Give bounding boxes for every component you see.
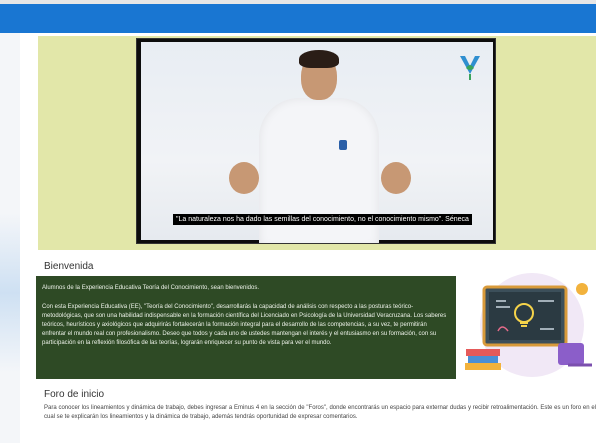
video-caption: "La naturaleza nos ha dado las semillas … [173, 214, 472, 225]
chalkboard-illustration-icon [465, 273, 592, 377]
forum-description: Para conocer los lineamientos y dinámica… [44, 405, 596, 420]
video-player[interactable]: "La naturaleza nos ha dado las semillas … [136, 38, 496, 244]
presenter-hand [229, 162, 259, 194]
video-frame [141, 42, 493, 243]
presenter-hair [299, 50, 339, 68]
shirt-badge-icon [339, 140, 347, 150]
welcome-heading: Bienvenida [44, 261, 94, 272]
welcome-body: Con esta Experiencia Educativa (EE), "Te… [42, 304, 447, 346]
uv-logo-icon [460, 56, 480, 80]
course-content: "La naturaleza nos ha dado las semillas … [36, 33, 596, 443]
welcome-greeting: Alumnos de la Experiencia Educativa Teor… [42, 285, 260, 291]
video-banner: "La naturaleza nos ha dado las semillas … [38, 36, 596, 250]
welcome-panel: Alumnos de la Experiencia Educativa Teor… [36, 276, 456, 379]
left-sidebar-strip [0, 33, 20, 443]
presenter-hand [381, 162, 411, 194]
top-navigation-bar [0, 0, 596, 33]
forum-heading: Foro de inicio [44, 389, 105, 400]
